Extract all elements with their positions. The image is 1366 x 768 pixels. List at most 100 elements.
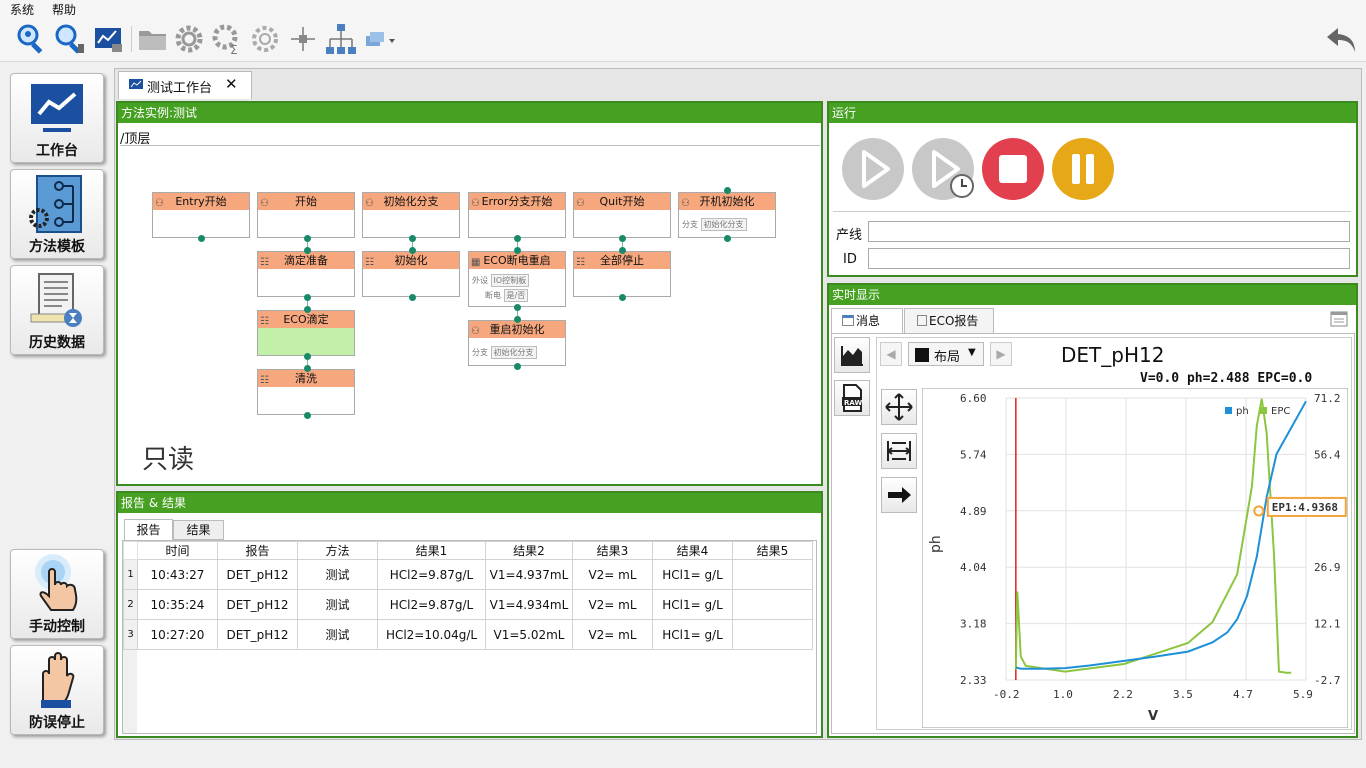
port-dot[interactable] <box>619 247 626 254</box>
table-row[interactable]: 2 10:35:24 DET_pH12 测试 HCl2=9.87g/L V1=4… <box>123 589 813 620</box>
port-dot[interactable] <box>619 235 626 242</box>
column-header[interactable]: 结果5 <box>732 541 813 560</box>
port-dot[interactable] <box>304 247 311 254</box>
nav-workbench-button[interactable]: 工作台 <box>10 73 104 163</box>
gear-sum-icon[interactable]: Σ <box>210 22 244 56</box>
area-chart-icon <box>841 346 863 366</box>
eco-poweroff-label: 断电 <box>485 291 501 300</box>
stop-button[interactable] <box>982 138 1044 200</box>
node-error-label: Error分支开始 <box>481 195 553 208</box>
forward-button[interactable] <box>881 477 917 513</box>
port-dot[interactable] <box>198 235 205 242</box>
eco-poweroff-checkbox[interactable]: 是/否 <box>503 289 529 302</box>
legend-swatch-ph <box>1225 407 1232 414</box>
nav-manual-button[interactable]: 手动控制 <box>10 549 104 639</box>
port-dot[interactable] <box>724 187 731 194</box>
table-row[interactable]: 3 10:27:20 DET_pH12 测试 HCl2=10.04g/L V1=… <box>123 619 813 650</box>
column-header[interactable]: 结果4 <box>652 541 733 560</box>
folder-icon[interactable] <box>136 22 170 56</box>
search-user-icon[interactable] <box>14 22 48 56</box>
report-icon <box>917 315 927 326</box>
nav-emergency-button[interactable]: 防误停止 <box>10 645 104 735</box>
menu-help[interactable]: 帮助 <box>52 1 76 18</box>
node-eco-restart[interactable]: ▦ ECO断电重启 外设 IO控制板 断电 是/否 <box>468 251 566 307</box>
nav-history-button[interactable]: 历史数据 <box>10 265 104 355</box>
node-entry[interactable]: ⚇ Entry开始 <box>152 192 250 238</box>
back-arrow-icon[interactable] <box>1324 22 1358 56</box>
panel-menu-icon[interactable] <box>1330 311 1348 327</box>
prev-button[interactable]: ◀ <box>880 342 902 366</box>
stop-icon <box>999 155 1027 183</box>
pause-button[interactable] <box>1052 138 1114 200</box>
node-stop-all[interactable]: ☷ 全部停止 <box>573 251 671 297</box>
layers-dropdown-icon[interactable] <box>362 22 396 56</box>
node-icon[interactable] <box>286 22 320 56</box>
boot-branch-select[interactable]: 初始化分支 <box>700 218 747 231</box>
tab-results[interactable]: 结果 <box>173 520 224 540</box>
node-quit[interactable]: ⚇ Quit开始 <box>573 192 671 238</box>
y-tick-label: 5.74 <box>960 448 987 461</box>
node-titrate-prep[interactable]: ☷ 滴定准备 <box>257 251 355 297</box>
table-row[interactable]: 1 10:43:27 DET_pH12 测试 HCl2=9.87g/L V1=4… <box>123 559 813 590</box>
node-start[interactable]: ⚇ 开始 <box>257 192 355 238</box>
port-dot[interactable] <box>514 247 521 254</box>
chart-window-icon[interactable] <box>92 22 126 56</box>
node-restart-init[interactable]: ⚇ 重启初始化 分支 初始化分支 <box>468 320 566 366</box>
port-dot[interactable] <box>304 412 311 419</box>
column-header[interactable]: 结果2 <box>485 541 573 560</box>
pan-button[interactable] <box>881 389 917 425</box>
nav-method-template-button[interactable]: 方法模板 <box>10 169 104 259</box>
port-dot[interactable] <box>304 365 311 372</box>
scheduled-play-button[interactable] <box>912 138 974 200</box>
column-header[interactable]: 方法 <box>297 541 378 560</box>
port-dot[interactable] <box>409 247 416 254</box>
port-dot[interactable] <box>409 235 416 242</box>
column-header[interactable]: 报告 <box>217 541 298 560</box>
port-dot[interactable] <box>304 235 311 242</box>
gear-icon[interactable] <box>172 22 206 56</box>
restart-branch-select[interactable]: 初始化分支 <box>490 346 537 359</box>
port-dot[interactable] <box>304 294 311 301</box>
port-dot[interactable] <box>514 363 521 370</box>
tab-report[interactable]: 报告 <box>124 519 173 541</box>
port-dot[interactable] <box>514 235 521 242</box>
report-table: 时间 报告 方法 结果1 结果2 结果3 结果4 结果5 1 10:43:27 … <box>123 541 813 650</box>
node-init[interactable]: ☷ 初始化 <box>362 251 460 297</box>
hierarchy-icon[interactable] <box>324 22 358 56</box>
column-header[interactable]: 结果1 <box>377 541 486 560</box>
close-icon[interactable]: ✕ <box>225 75 238 93</box>
port-dot[interactable] <box>619 294 626 301</box>
x-tick-label: 2.2 <box>1113 688 1133 701</box>
port-dot[interactable] <box>514 304 521 311</box>
x-axis-label: V <box>1148 709 1158 724</box>
tab-eco-report[interactable]: ECO报告 <box>904 308 994 333</box>
line-input[interactable] <box>868 221 1350 242</box>
port-dot[interactable] <box>304 353 311 360</box>
eco-peripheral-select[interactable]: IO控制板 <box>490 274 530 287</box>
column-header[interactable]: 时间 <box>137 541 218 560</box>
tab-test-workbench[interactable]: 测试工作台 ✕ <box>118 71 252 99</box>
id-input[interactable] <box>868 248 1350 269</box>
gear-outline-icon[interactable] <box>248 22 282 56</box>
node-init-branch[interactable]: ⚇ 初始化分支 <box>362 192 460 238</box>
node-error[interactable]: ⚇ Error分支开始 <box>468 192 566 238</box>
chart-view-button[interactable] <box>834 337 870 373</box>
search-zoom-icon[interactable] <box>52 22 86 56</box>
raw-data-button[interactable]: RAW <box>834 380 870 416</box>
node-entry-label: Entry开始 <box>175 195 227 208</box>
play-button[interactable] <box>842 138 904 200</box>
node-boot[interactable]: ⚇ 开机初始化 分支 初始化分支 <box>678 192 776 238</box>
column-header[interactable]: 结果3 <box>572 541 653 560</box>
port-dot[interactable] <box>724 235 731 242</box>
port-dot[interactable] <box>304 306 311 313</box>
port-dot[interactable] <box>514 316 521 323</box>
menu-system[interactable]: 系统 <box>10 1 34 18</box>
next-button[interactable]: ▶ <box>990 342 1012 366</box>
layout-dropdown[interactable]: 布局 ▼ <box>908 342 984 366</box>
tab-messages[interactable]: 消息 <box>831 308 903 333</box>
node-eco-titrate[interactable]: ☷ ECO滴定 <box>257 310 355 356</box>
port-dot[interactable] <box>409 294 416 301</box>
node-clean[interactable]: ☷ 清洗 <box>257 369 355 415</box>
fit-width-button[interactable] <box>881 433 917 469</box>
legend-swatch-epc <box>1260 407 1267 414</box>
